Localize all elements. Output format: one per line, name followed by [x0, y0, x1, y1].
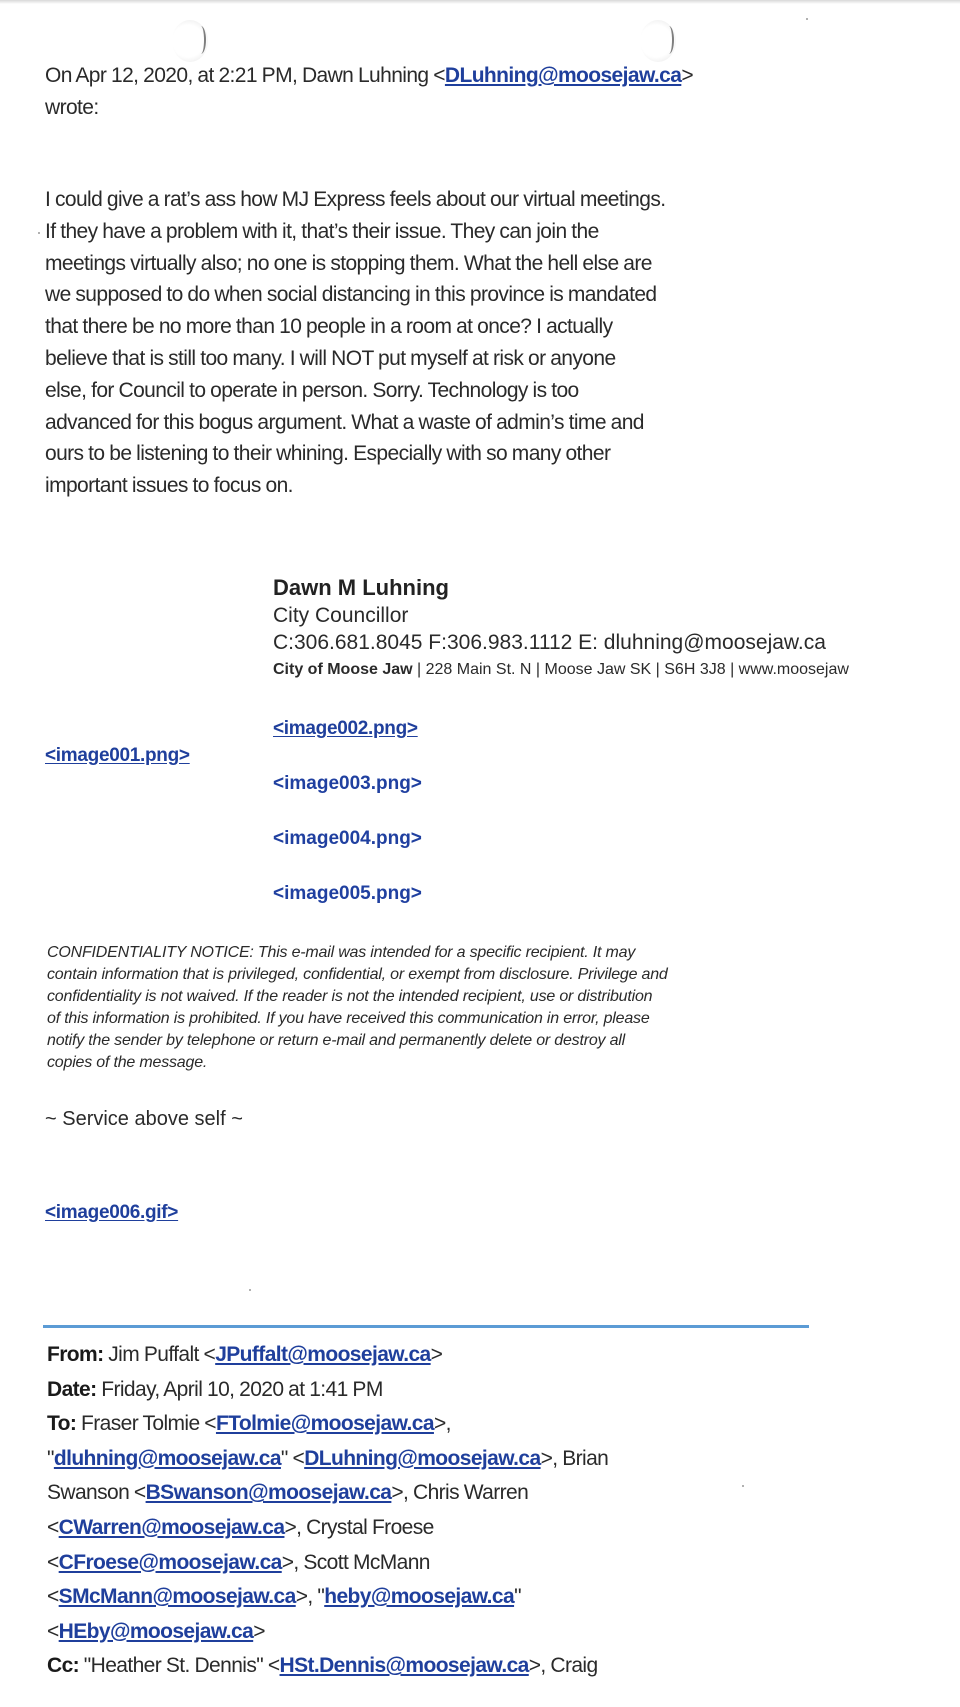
- original-message-headers: From: Jim Puffalt <JPuffalt@moosejaw.ca>…: [47, 1338, 827, 1684]
- recipient-email-link[interactable]: dluhning@moosejaw.ca: [54, 1447, 282, 1470]
- body-line: meetings virtually also; no one is stopp…: [45, 251, 652, 275]
- attachment-image003: <image003.png>: [273, 773, 422, 795]
- attachment-image002: <image002.png>: [273, 718, 418, 740]
- recipient-text: Swanson <: [47, 1481, 146, 1505]
- recipient-email-link[interactable]: DLuhning@moosejaw.ca: [304, 1447, 541, 1470]
- cc-post: >, Craig: [528, 1654, 598, 1678]
- attachment-link-image003[interactable]: <image003.png>: [273, 773, 422, 794]
- scan-speck: [806, 18, 808, 20]
- header-to: To: Fraser Tolmie <FTolmie@moosejaw.ca>,: [47, 1407, 827, 1442]
- recipient-text: ": [47, 1446, 54, 1470]
- recipient-text: <: [47, 1515, 59, 1539]
- signature-address: City of Moose Jaw | 228 Main St. N | Moo…: [273, 657, 960, 683]
- recipient-text: >: [253, 1619, 265, 1643]
- recipient-text: " <: [280, 1446, 305, 1470]
- message-separator: [43, 1325, 809, 1328]
- reply-header-suffix: >: [681, 64, 693, 87]
- recipient-text: <: [47, 1550, 59, 1574]
- recipient-email-link[interactable]: CWarren@moosejaw.ca: [59, 1516, 285, 1539]
- signature-org: City of Moose Jaw: [273, 661, 413, 678]
- recipient-email-link[interactable]: heby@moosejaw.ca: [324, 1585, 514, 1608]
- header-to-line: <CWarren@moosejaw.ca>, Crystal Froese: [47, 1511, 827, 1546]
- from-email-link[interactable]: JPuffalt@moosejaw.ca: [215, 1343, 431, 1366]
- body-line: else, for Council to operate in person. …: [45, 378, 579, 402]
- header-to-line: <SMcMann@moosejaw.ca>, "heby@moosejaw.ca…: [47, 1580, 827, 1615]
- body-line: we supposed to do when social distancing…: [45, 283, 657, 307]
- attachment-image004: <image004.png>: [273, 828, 422, 850]
- recipient-text: >, Chris Warren: [391, 1481, 529, 1505]
- attachment-image006: <image006.gif>: [45, 1202, 178, 1224]
- recipient-text: <: [47, 1619, 59, 1643]
- signature-address-text: | 228 Main St. N | Moose Jaw SK | S6H 3J…: [412, 661, 849, 678]
- attachment-link-image001[interactable]: <image001.png>: [45, 745, 190, 766]
- body-line: ours to be listening to their whining. E…: [45, 442, 611, 466]
- sender-email-link[interactable]: DLuhning@moosejaw.ca: [445, 64, 682, 87]
- header-to-line: Swanson <BSwanson@moosejaw.ca>, Chris Wa…: [47, 1476, 827, 1511]
- attachment-link-image004[interactable]: <image004.png>: [273, 828, 422, 849]
- recipient-email-link[interactable]: SMcMann@moosejaw.ca: [59, 1585, 297, 1608]
- signature-contact: C:306.681.8045 F:306.983.1112 E: dluhnin…: [273, 631, 826, 654]
- recipient-text: >,: [433, 1412, 452, 1436]
- body-line: If they have a problem with it, that’s t…: [45, 219, 599, 243]
- recipient-email-link[interactable]: FTolmie@moosejaw.ca: [216, 1412, 435, 1435]
- punch-hole-left: [172, 20, 208, 62]
- recipient-text: Fraser Tolmie <: [76, 1412, 217, 1436]
- attachment-link-image005[interactable]: <image005.png>: [273, 883, 422, 904]
- header-to-line: <CFroese@moosejaw.ca>, Scott McMann: [47, 1546, 827, 1581]
- attachment-link-image002[interactable]: <image002.png>: [273, 718, 418, 739]
- notice-line: copies of the message.: [47, 1054, 208, 1071]
- message-body: I could give a rat’s ass how MJ Express …: [45, 184, 835, 502]
- recipient-email-link[interactable]: HEby@moosejaw.ca: [59, 1620, 254, 1643]
- scan-speck: [249, 1289, 251, 1291]
- page-top-shadow: [0, 0, 960, 4]
- reply-header: On Apr 12, 2020, at 2:21 PM, Dawn Luhnin…: [45, 60, 805, 124]
- body-line: that there be no more than 10 people in …: [45, 315, 613, 339]
- email-signature: Dawn M Luhning City Councillor C:306.681…: [273, 574, 960, 683]
- header-to-line: <HEby@moosejaw.ca>: [47, 1615, 827, 1650]
- header-from: From: Jim Puffalt <JPuffalt@moosejaw.ca>: [47, 1338, 827, 1373]
- notice-line: notify the sender by telephone or return…: [47, 1032, 626, 1049]
- reply-header-wrote: wrote:: [45, 96, 99, 119]
- punch-hole-right: [640, 20, 676, 62]
- body-line: advanced for this bogus argument. What a…: [45, 410, 644, 434]
- recipient-text: >, Crystal Froese: [284, 1515, 434, 1539]
- recipient-text: >, Scott McMann: [281, 1550, 431, 1574]
- cc-name: "Heather St. Dennis" <: [79, 1654, 280, 1678]
- date-label: Date:: [47, 1377, 97, 1401]
- recipient-email-link[interactable]: CFroese@moosejaw.ca: [59, 1551, 283, 1574]
- recipient-text: <: [47, 1585, 59, 1609]
- recipient-text: >, Brian: [540, 1446, 609, 1470]
- reply-header-prefix: On Apr 12, 2020, at 2:21 PM, Dawn Luhnin…: [45, 64, 446, 87]
- signature-title: City Councillor: [273, 604, 409, 627]
- recipient-text: >, ": [295, 1585, 325, 1609]
- signature-name: Dawn M Luhning: [273, 575, 449, 600]
- attachment-link-image006[interactable]: <image006.gif>: [45, 1202, 178, 1223]
- cc-email-link[interactable]: HSt.Dennis@moosejaw.ca: [280, 1654, 530, 1677]
- header-to-line: "dluhning@moosejaw.ca" <DLuhning@mooseja…: [47, 1442, 827, 1477]
- header-cc: Cc: "Heather St. Dennis" <HSt.Dennis@moo…: [47, 1649, 827, 1684]
- attachment-image005: <image005.png>: [273, 883, 422, 905]
- confidentiality-notice: CONFIDENTIALITY NOTICE: This e-mail was …: [47, 942, 807, 1074]
- notice-line: confidentiality is not waived. If the re…: [47, 988, 653, 1005]
- notice-line: contain information that is privileged, …: [47, 966, 668, 983]
- cc-label: Cc:: [47, 1654, 80, 1678]
- notice-line: CONFIDENTIALITY NOTICE: This e-mail was …: [47, 944, 636, 961]
- to-label: To:: [47, 1412, 77, 1436]
- from-close: >: [430, 1343, 443, 1366]
- body-line: I could give a rat’s ass how MJ Express …: [45, 188, 666, 211]
- body-line: important issues to focus on.: [45, 474, 294, 498]
- recipient-text: ": [514, 1585, 521, 1609]
- attachment-image001: <image001.png>: [45, 745, 190, 767]
- date-value: Friday, April 10, 2020 at 1:41 PM: [96, 1377, 383, 1401]
- from-label: From:: [47, 1343, 104, 1366]
- header-date: Date: Friday, April 10, 2020 at 1:41 PM: [47, 1373, 827, 1408]
- scan-speck: [38, 232, 40, 234]
- body-line: believe that is still too many. I will N…: [45, 346, 616, 370]
- from-name: Jim Puffalt <: [103, 1343, 216, 1366]
- signature-motto: ~ Service above self ~: [45, 1108, 243, 1130]
- notice-line: of this information is prohibited. If yo…: [47, 1010, 650, 1027]
- recipient-email-link[interactable]: BSwanson@moosejaw.ca: [146, 1481, 392, 1504]
